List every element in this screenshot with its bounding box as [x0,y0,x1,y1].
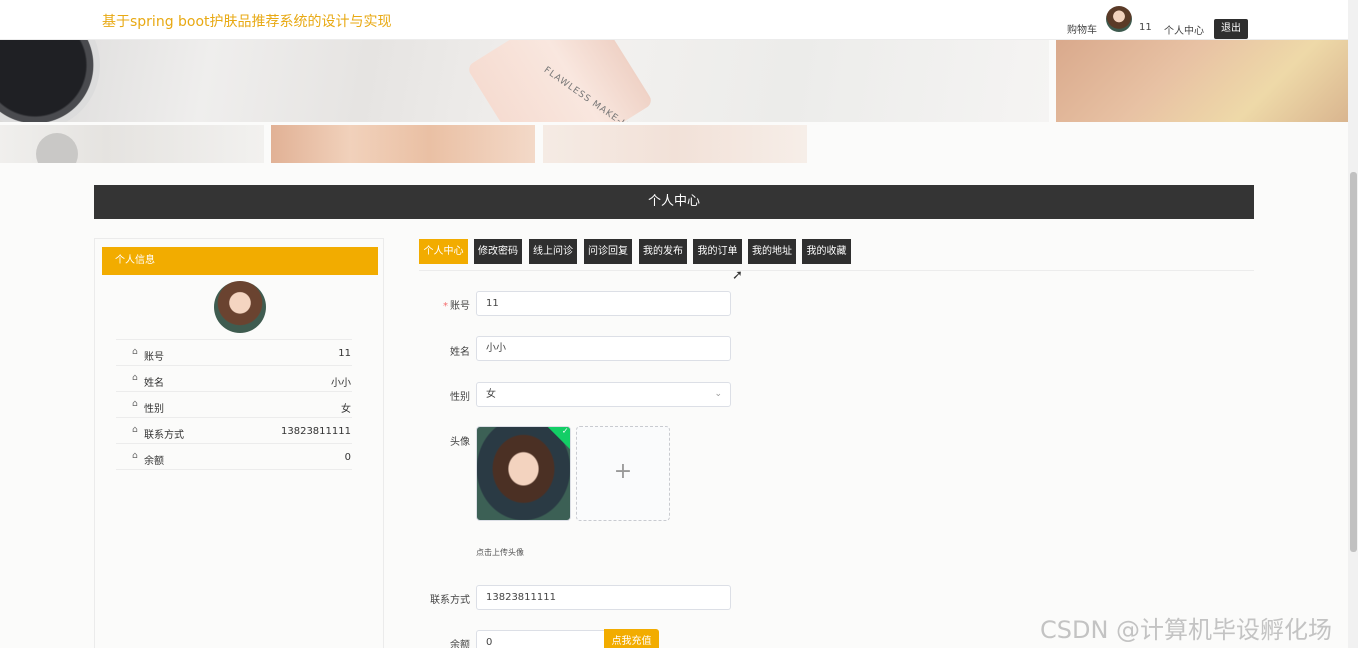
tab-consult-reply[interactable]: 问诊回复 [584,239,632,264]
user-avatar[interactable] [1106,6,1132,32]
tab-my-orders[interactable]: 我的订单 [693,239,742,264]
tab-change-password[interactable]: 修改密码 [474,239,522,264]
tab-my-favorites[interactable]: 我的收藏 [802,239,851,264]
phone-field[interactable]: 13823811111 [476,585,731,610]
profile-card-header: 个人信息 [102,247,378,275]
name-field[interactable]: 小小 [476,336,731,361]
home-icon: ⌂ [132,399,138,409]
top-navbar: 基于spring boot护肤品推荐系统的设计与实现 购物车 11 个人中心 退… [0,0,1348,40]
balance-field[interactable]: 0 [476,630,606,648]
avatar-upload-preview[interactable]: ✓ [476,426,571,521]
profile-row-gender: ⌂ 性别 女 [116,392,352,418]
tabs-divider [419,270,1254,271]
profile-card: 个人信息 ⌂ 账号 11 ⌂ 姓名 小小 ⌂ 性别 女 ⌂ 联系方式 13823… [94,238,384,648]
balance-label: 余额 [450,640,470,648]
upload-tip: 点击上传头像 [476,548,524,557]
tab-online-consult[interactable]: 线上问诊 [529,239,577,264]
avatar-label: 头像 [450,437,470,448]
name-label: 姓名 [450,347,470,358]
home-icon: ⌂ [132,347,138,357]
check-icon: ✓ [561,426,569,436]
banner-thumbnail-1[interactable] [0,125,264,163]
banner-carousel-side[interactable] [1056,40,1348,122]
banner-cosmetic-pod-image [0,40,100,122]
upload-success-badge: ✓ [546,426,570,451]
logout-button[interactable]: 退出 [1214,19,1248,39]
username-label: 11 [1139,22,1152,33]
profile-row-balance: ⌂ 余额 0 [116,444,352,470]
home-icon: ⌂ [132,451,138,461]
banner-thumbnail-2[interactable] [271,125,535,163]
profile-info-list: ⌂ 账号 11 ⌂ 姓名 小小 ⌂ 性别 女 ⌂ 联系方式 1382381111… [116,339,352,470]
home-icon: ⌂ [132,373,138,383]
home-icon: ⌂ [132,425,138,435]
avatar-upload-button[interactable]: + [576,426,670,521]
account-label: * 账号 [443,301,470,312]
personal-center-link[interactable]: 个人中心 [1164,22,1204,37]
profile-row-account: ⌂ 账号 11 [116,340,352,366]
site-title[interactable]: 基于spring boot护肤品推荐系统的设计与实现 [102,11,392,31]
page-scrollbar-thumb[interactable] [1350,172,1357,552]
tab-personal-center[interactable]: 个人中心 [419,239,468,264]
chevron-down-icon: ⌄ [714,389,722,399]
banner-thumbnail-3[interactable] [543,125,807,163]
cart-link[interactable]: 购物车 [1067,21,1097,36]
mouse-cursor-icon: ➚ [732,268,743,283]
section-title-bar: 个人中心 [94,185,1254,219]
profile-row-phone: ⌂ 联系方式 13823811111 [116,418,352,444]
tab-my-address[interactable]: 我的地址 [748,239,796,264]
account-field[interactable]: 11 [476,291,731,316]
gender-label: 性别 [450,392,470,403]
profile-row-name: ⌂ 姓名 小小 [116,366,352,392]
plus-icon: + [613,459,633,484]
phone-label: 联系方式 [430,595,470,606]
banner-carousel-main[interactable]: FLAWLESS MAKE-UP [0,40,1049,122]
csdn-watermark: CSDN @计算机毕设孵化场 [1040,616,1333,644]
gender-select[interactable]: 女 ⌄ [476,382,731,407]
profile-avatar [214,281,266,333]
tab-my-posts[interactable]: 我的发布 [639,239,687,264]
recharge-button[interactable]: 点我充值 [604,629,659,648]
